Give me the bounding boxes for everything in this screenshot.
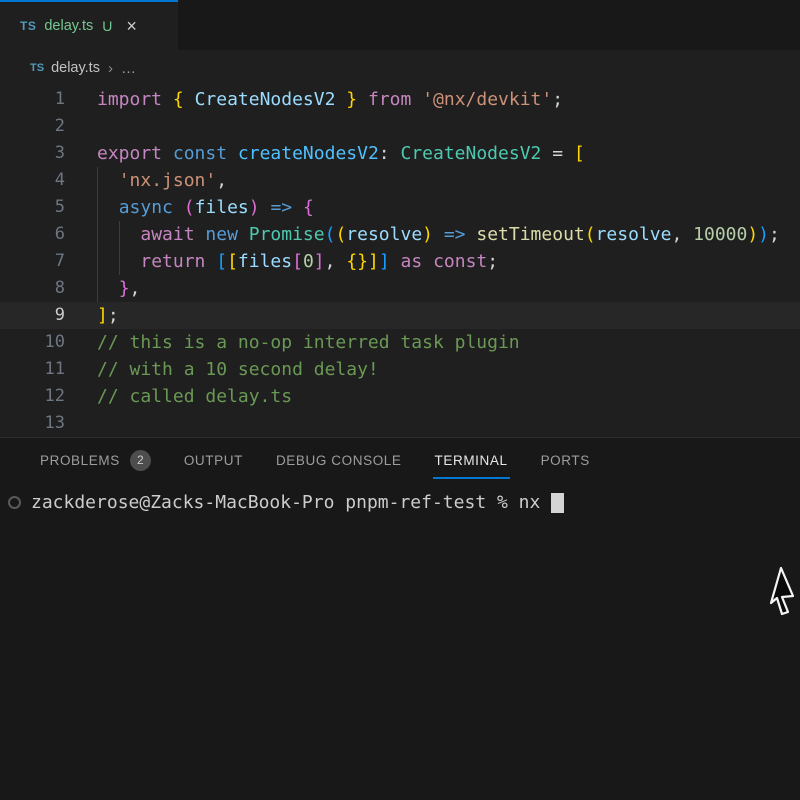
code-line[interactable]: 9]; xyxy=(0,302,800,329)
panel-tab-problems[interactable]: PROBLEMS 2 xyxy=(40,438,151,482)
line-number: 9 xyxy=(0,302,65,329)
code-line[interactable]: 13 xyxy=(0,410,800,437)
code-editor[interactable]: 1 import { CreateNodesV2 } from '@nx/devk… xyxy=(0,86,800,437)
command-decoration-icon xyxy=(8,496,21,509)
line-number: 4 xyxy=(0,167,65,194)
code-line[interactable]: 7 return [[files[0], {}]] as const; xyxy=(0,248,800,275)
panel-tab-debug-console[interactable]: DEBUG CONSOLE xyxy=(276,438,402,482)
code-line[interactable]: 6 await new Promise((resolve) => setTime… xyxy=(0,221,800,248)
tab-filename: delay.ts xyxy=(44,18,93,34)
line-number: 5 xyxy=(0,194,65,221)
line-number: 3 xyxy=(0,140,65,167)
code-line[interactable]: 8 }, xyxy=(0,275,800,302)
code-line[interactable]: 10 // this is a no-op interred task plugi… xyxy=(0,329,800,356)
code-text: export const createNodesV2: CreateNodesV… xyxy=(97,140,585,167)
typescript-file-icon: TS xyxy=(20,19,36,33)
git-status-badge: U xyxy=(102,18,112,34)
code-text: ]; xyxy=(97,302,119,329)
close-tab-icon[interactable]: × xyxy=(126,17,137,35)
breadcrumb: TS delay.ts › … xyxy=(0,50,800,86)
line-number: 10 xyxy=(0,329,65,356)
code-text: await new Promise((resolve) => setTimeou… xyxy=(97,221,780,248)
code-line[interactable]: 12 // called delay.ts xyxy=(0,383,800,410)
code-text: async (files) => { xyxy=(97,194,314,221)
code-text: import { CreateNodesV2 } from '@nx/devki… xyxy=(97,86,563,113)
panel-tab-ports[interactable]: PORTS xyxy=(541,438,590,482)
terminal-cursor xyxy=(551,493,564,513)
line-number: 2 xyxy=(0,113,65,140)
panel-tab-label: PORTS xyxy=(541,453,590,468)
indent-guide xyxy=(97,167,98,194)
panel-tab-label: DEBUG CONSOLE xyxy=(276,453,402,468)
code-line[interactable]: 1 import { CreateNodesV2 } from '@nx/devk… xyxy=(0,86,800,113)
chevron-right-icon: › xyxy=(108,60,113,77)
code-text: // called delay.ts xyxy=(97,383,292,410)
panel-tab-label: PROBLEMS xyxy=(40,453,120,468)
breadcrumb-filename[interactable]: delay.ts xyxy=(51,60,100,76)
code-text: // with a 10 second delay! xyxy=(97,356,379,383)
line-number: 6 xyxy=(0,221,65,248)
panel-tab-bar: PROBLEMS 2 OUTPUT DEBUG CONSOLE TERMINAL PORT… xyxy=(0,438,800,482)
tab-delay-ts[interactable]: TS delay.ts U × xyxy=(0,0,178,50)
line-number: 13 xyxy=(0,410,65,437)
indent-guide xyxy=(119,221,120,248)
terminal-prompt: zackderose@Zacks-MacBook-Pro pnpm-ref-te… xyxy=(31,492,540,513)
code-line[interactable]: 11 // with a 10 second delay! xyxy=(0,356,800,383)
code-line[interactable]: 2 xyxy=(0,113,800,140)
indent-guide xyxy=(97,221,98,248)
code-line[interactable]: 5 async (files) => { xyxy=(0,194,800,221)
line-number: 8 xyxy=(0,275,65,302)
line-number: 12 xyxy=(0,383,65,410)
bottom-panel: PROBLEMS 2 OUTPUT DEBUG CONSOLE TERMINAL PORT… xyxy=(0,437,800,800)
line-number: 11 xyxy=(0,356,65,383)
panel-tab-label: OUTPUT xyxy=(184,453,243,468)
code-text: // this is a no-op interred task plugin xyxy=(97,329,520,356)
code-line[interactable]: 3 export const createNodesV2: CreateNodes… xyxy=(0,140,800,167)
tab-bar: TS delay.ts U × xyxy=(0,0,800,50)
typescript-file-icon: TS xyxy=(30,62,44,74)
indent-guide xyxy=(97,275,98,302)
line-number: 7 xyxy=(0,248,65,275)
indent-guide xyxy=(97,194,98,221)
code-text: return [[files[0], {}]] as const; xyxy=(97,248,498,275)
breadcrumb-symbol-more[interactable]: … xyxy=(121,60,137,77)
indent-guide xyxy=(97,248,98,275)
code-line[interactable]: 4 'nx.json', xyxy=(0,167,800,194)
panel-tab-terminal[interactable]: TERMINAL xyxy=(435,438,508,482)
panel-tab-output[interactable]: OUTPUT xyxy=(184,438,243,482)
code-text: }, xyxy=(97,275,140,302)
indent-guide xyxy=(119,248,120,275)
panel-tab-label: TERMINAL xyxy=(435,453,508,468)
code-text: 'nx.json', xyxy=(97,167,227,194)
line-number: 1 xyxy=(0,86,65,113)
problems-count-badge: 2 xyxy=(130,450,151,471)
terminal-line[interactable]: zackderose@Zacks-MacBook-Pro pnpm-ref-te… xyxy=(0,482,800,513)
